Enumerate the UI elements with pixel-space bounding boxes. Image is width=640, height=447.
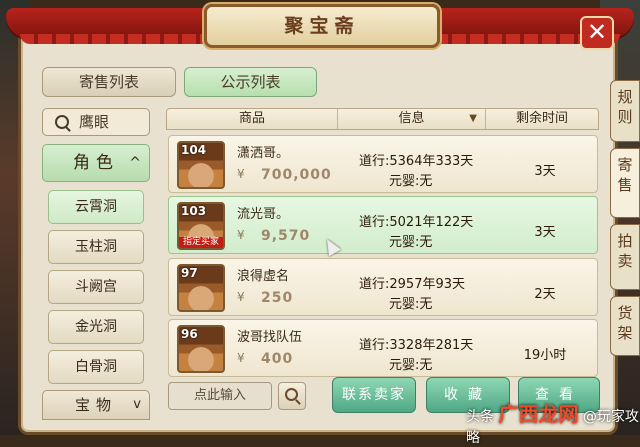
category-role-label: 角色 [73,153,119,173]
daoxing-info: 道行:3328年281天 [359,338,474,353]
chevron-up-icon: ^ [129,155,141,171]
remaining-time: 19小时 [523,348,567,363]
title-banner: 聚宝斋 ✕ [0,0,640,60]
sub-item-baigu[interactable]: 白骨洞 [48,350,144,384]
character-avatar: 96 [177,325,225,373]
header-time[interactable]: 剩余时间 [486,109,598,129]
search-input[interactable]: 点此输入 [168,382,272,410]
side-tab-rules[interactable]: 规则 [610,80,640,142]
tab-public-list[interactable]: 公示列表 [184,67,317,97]
yuanying-info: 元婴:无 [389,297,433,312]
yuanying-info: 元婴:无 [389,358,433,373]
table-header: 商品 信息 ▼ 剩余时间 [166,108,599,130]
daoxing-info: 道行:2957年93天 [359,277,466,292]
remaining-time: 3天 [534,225,556,240]
character-avatar: 103 指定买家 [177,202,225,250]
level-badge: 97 [181,266,198,280]
search-button[interactable] [278,382,306,410]
currency-icon: ¥ [237,228,245,242]
category-treasure-label: 宝物 [75,396,118,414]
category-treasure[interactable]: 宝物 v [42,390,150,420]
search-icon [285,388,298,401]
table-row-selected[interactable]: 103 指定买家 流光哥。 ¥ 9,570 道行:5021年122天 元婴:无 3… [168,196,598,254]
eagle-eye-label: 鹰眼 [79,113,110,131]
sub-item-douque[interactable]: 斗阙宫 [48,270,144,304]
close-button[interactable]: ✕ [580,16,614,50]
side-tab-shelf[interactable]: 货架 [610,296,640,356]
level-badge: 103 [181,204,207,218]
yuanying-info: 元婴:无 [389,235,433,250]
table-row[interactable]: 104 潇洒哥。 ¥ 700,000 道行:5364年333天 元婴:无 3天 [168,135,598,193]
search-icon [55,115,69,129]
sub-item-yuzhu[interactable]: 玉柱洞 [48,230,144,264]
price: 700,000 [261,167,332,183]
table-row[interactable]: 96 波哥找队伍 ¥ 400 道行:3328年281天 元婴:无 19小时 [168,319,598,377]
level-badge: 104 [181,143,207,157]
character-name: 潇洒哥。 [237,146,290,161]
eagle-eye-search-button[interactable]: 鹰眼 [42,108,150,136]
chevron-down-icon: v [133,397,141,412]
side-tab-consign[interactable]: 寄售 [610,148,640,218]
header-info-label: 信息 [398,111,425,126]
sort-down-icon: ▼ [469,113,477,124]
table-row[interactable]: 97 浪得虚名 ¥ 250 道行:2957年93天 元婴:无 2天 [168,258,598,316]
price: 250 [261,290,294,306]
currency-icon: ¥ [237,290,245,304]
sub-item-yunxiao[interactable]: 云霄洞 [48,190,144,224]
remaining-time: 3天 [534,164,556,179]
designated-buyer-tag: 指定买家 [179,237,223,248]
side-tab-auction[interactable]: 拍卖 [610,224,640,290]
character-name: 波哥找队伍 [237,330,303,345]
yuanying-info: 元婴:无 [389,174,433,189]
character-name: 流光哥。 [237,207,290,222]
sub-item-jinguang[interactable]: 金光洞 [48,310,144,344]
header-info[interactable]: 信息 ▼ [338,109,486,129]
contact-seller-button[interactable]: 联系卖家 [332,377,416,413]
character-avatar: 104 [177,141,225,189]
header-goods[interactable]: 商品 [167,109,338,129]
title-plate: 聚宝斋 [204,4,440,48]
window-title: 聚宝斋 [284,15,360,37]
daoxing-info: 道行:5364年333天 [359,154,474,169]
price: 9,570 [261,228,311,244]
level-badge: 96 [181,327,198,341]
price: 400 [261,351,294,367]
currency-icon: ¥ [237,167,245,181]
tab-consign-list[interactable]: 寄售列表 [42,67,176,97]
category-role[interactable]: 角色 ^ [42,144,150,182]
daoxing-info: 道行:5021年122天 [359,215,474,230]
watermark-prefix: 头条 [466,409,494,425]
watermark: 头条 广西龙网 @玩家攻略 [466,398,640,447]
close-icon: ✕ [586,18,608,46]
currency-icon: ¥ [237,351,245,365]
remaining-time: 2天 [534,287,556,302]
character-name: 浪得虚名 [237,269,290,284]
character-avatar: 97 [177,264,225,312]
watermark-brand: 广西龙网 [498,402,579,426]
